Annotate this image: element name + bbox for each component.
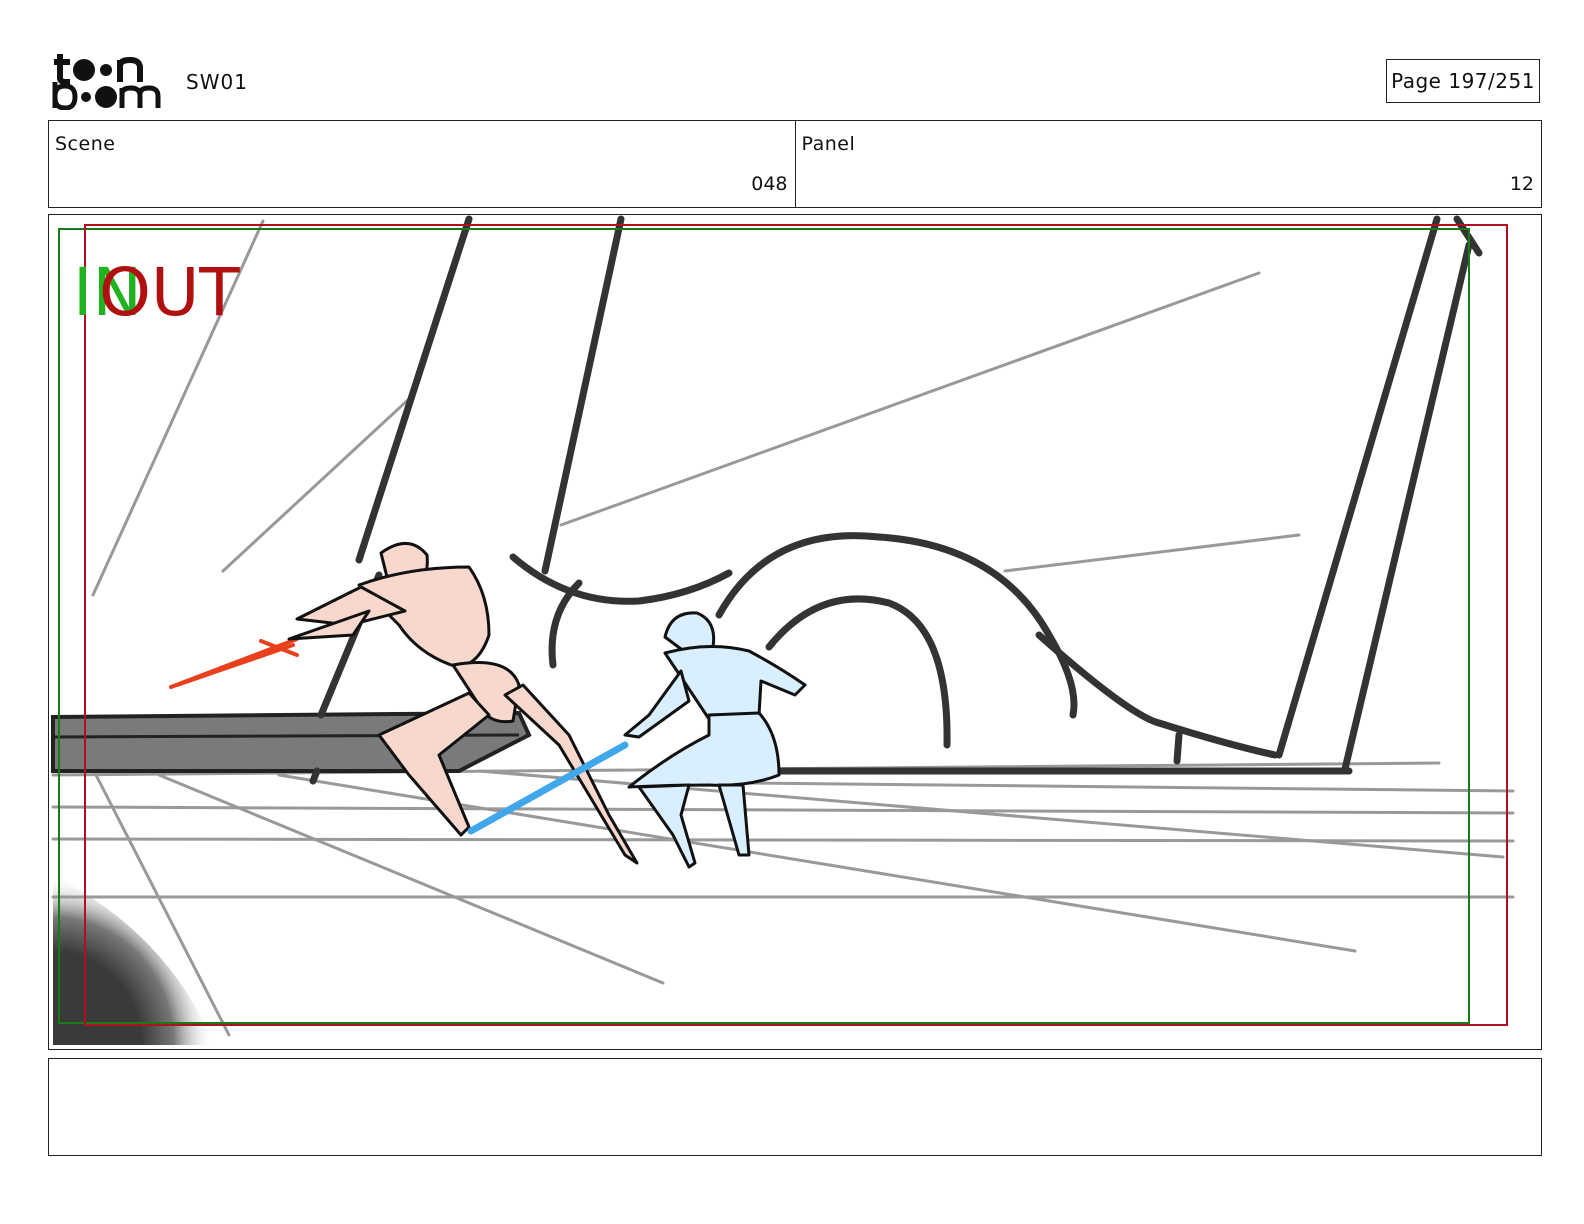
- scene-number: 048: [751, 173, 788, 195]
- panel-cell: Panel 12: [794, 121, 1542, 207]
- notes-box: [48, 1058, 1542, 1156]
- page-indicator: Page 197/251: [1386, 59, 1540, 103]
- out-marker: OUT: [99, 254, 240, 331]
- scene-panel-info: Scene 048 Panel 12: [48, 120, 1542, 208]
- figure-right: [623, 611, 807, 869]
- toonboom-logo: [52, 54, 161, 110]
- panel-label: Panel: [801, 133, 856, 155]
- scene-cell: Scene 048: [49, 121, 795, 207]
- project-title: SW01: [186, 70, 248, 94]
- panel-drawing: IN OUT: [51, 215, 1515, 1045]
- safe-frame-red: [84, 224, 1508, 1026]
- storyboard-panel: IN OUT: [48, 214, 1542, 1050]
- scene-label: Scene: [55, 133, 116, 155]
- figure-left: [287, 542, 639, 865]
- safe-frame-green: [58, 228, 1470, 1024]
- red-saber: [169, 637, 299, 689]
- panel-number: 12: [1509, 173, 1534, 195]
